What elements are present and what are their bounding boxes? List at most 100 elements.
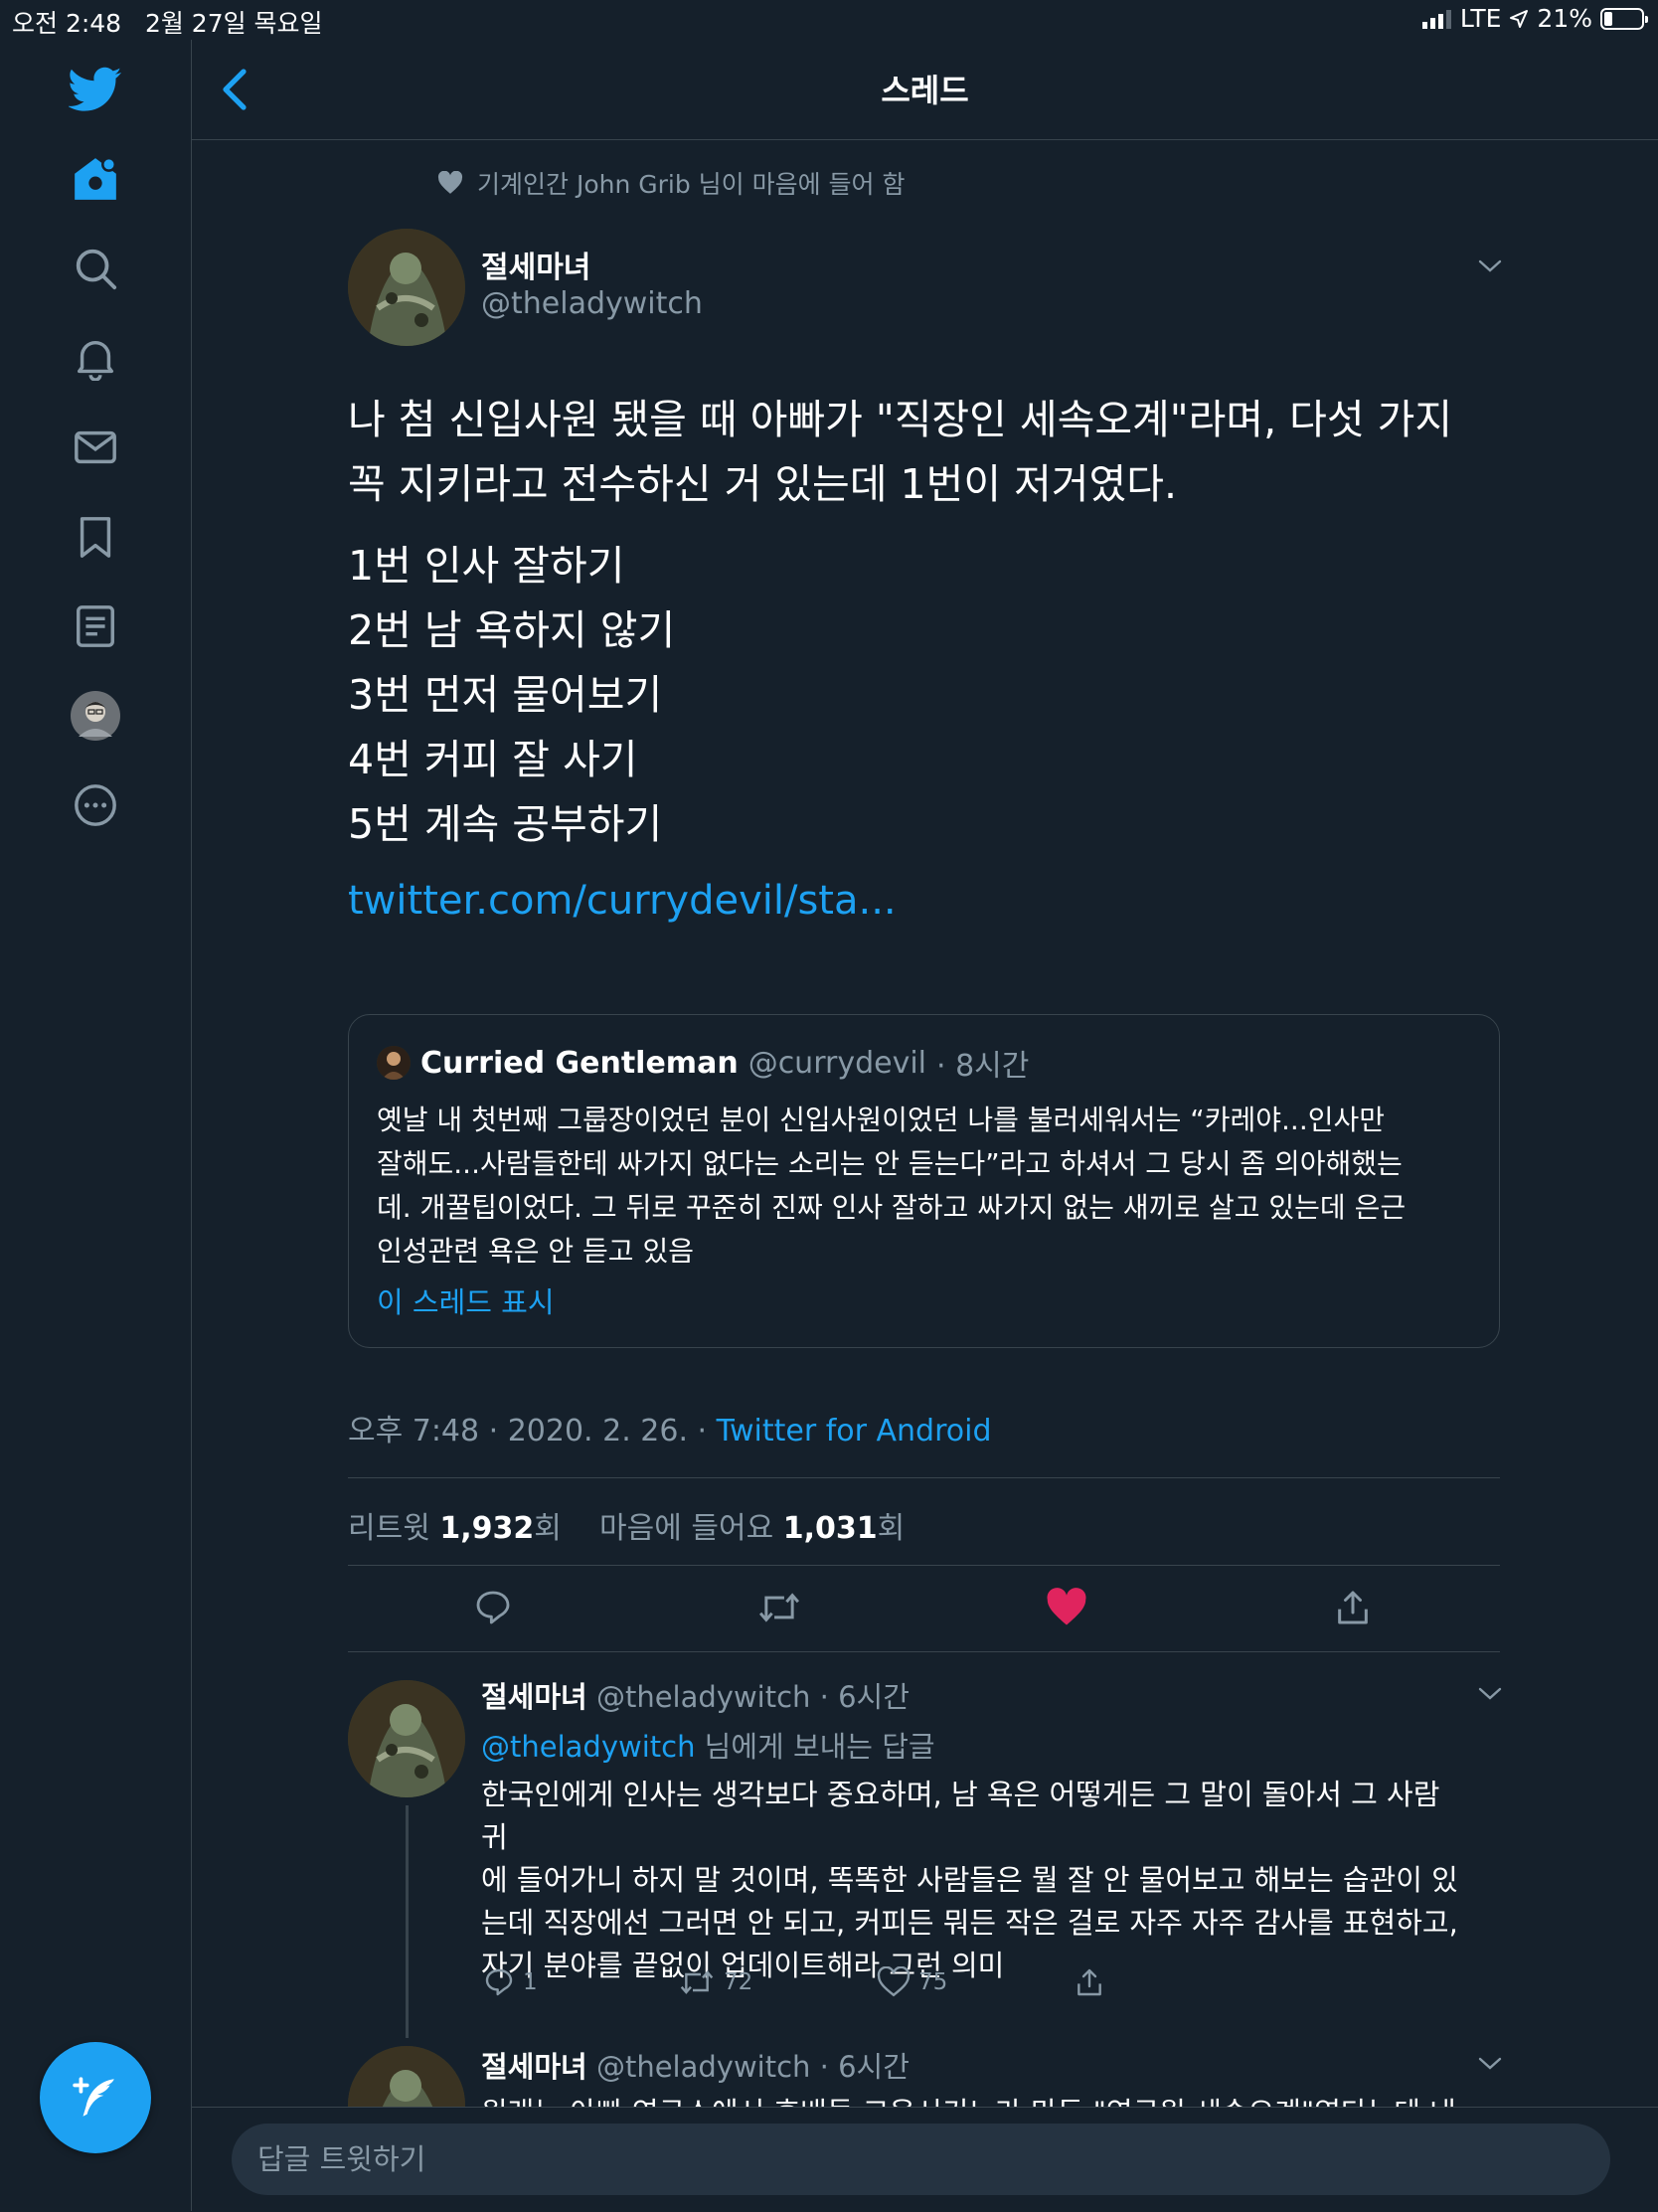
retweet-icon (758, 1593, 800, 1622)
like-button[interactable] (1043, 1584, 1090, 1631)
twitter-logo-icon[interactable] (66, 60, 125, 119)
reply-button[interactable] (469, 1584, 517, 1631)
battery-fill (1604, 11, 1612, 26)
reply-text: 한국인에게 인사는 생각보다 중요하며, 남 욕은 어떻게든 그 말이 돌아서 … (481, 1774, 1475, 1987)
divider (348, 1565, 1500, 1566)
tweet-menu-chevron[interactable] (1477, 258, 1503, 274)
reply-menu-chevron[interactable] (1477, 2056, 1503, 2072)
compose-tweet-icon (73, 2077, 114, 2117)
likes-count: 1,031 (782, 1511, 878, 1546)
reply-retweet-button[interactable]: 72 (678, 1966, 752, 1998)
profile-avatar[interactable] (66, 686, 125, 746)
tweet-list-item: 3번 먼저 물어보기 (348, 671, 663, 719)
reply-author-name[interactable]: 절세마녀 (481, 1680, 587, 1714)
reply-time: · 6시간 (819, 1680, 910, 1714)
retweet-button[interactable] (755, 1584, 803, 1631)
more-icon[interactable] (66, 775, 125, 835)
battery-icon (1600, 7, 1648, 30)
retweets-stat[interactable]: 리트윗 1,932회 (348, 1511, 562, 1546)
tweet-link[interactable]: twitter.com/currydevil/sta... (348, 878, 897, 924)
reply-header: 절세마녀 @theladywitch · 6시간 (481, 1674, 910, 1716)
sidebar-nav (0, 40, 192, 2211)
author-handle[interactable]: @theladywitch (481, 286, 703, 321)
signal-icon (1421, 9, 1452, 29)
author-avatar[interactable] (348, 229, 465, 346)
quote-text-line: 데. 개꿀팁이었다. 그 뒤로 꾸준히 진짜 인사 잘하고 싸가지 없는 새끼로… (377, 1191, 1407, 1224)
like-count: 75 (918, 1969, 948, 1995)
reply-reply-button[interactable]: 1 (483, 1966, 538, 1998)
chevron-down-icon (1478, 1687, 1502, 1700)
reply-text-line: 에 들어가니 하지 말 것이며, 똑똑한 사람들은 뭘 잘 안 물어보고 해보는… (481, 1863, 1458, 1897)
reply-text-line: 자기 분야를 끝없이 업데이트해라 그런 의미 (481, 1949, 1005, 1982)
compose-tweet-button[interactable] (40, 2042, 151, 2153)
home-icon[interactable] (66, 149, 125, 209)
search-icon[interactable] (66, 239, 125, 298)
quote-time: · 8시간 (936, 1049, 1030, 1084)
battery-percent: 21% (1537, 4, 1592, 33)
heart-filled-icon (1047, 1588, 1086, 1625)
quote-header: Curried Gentleman @currydevil · 8시간 (377, 1041, 1029, 1085)
reply-time: · 6시간 (819, 2050, 910, 2084)
chevron-down-icon (1478, 2057, 1502, 2070)
chevron-down-icon (1478, 259, 1502, 272)
reply-share-button[interactable] (1074, 1966, 1105, 1998)
retweet-count: 72 (724, 1969, 753, 1995)
tweet-text-line: 나 첨 신입사원 됐을 때 아빠가 "직장인 세속오계"라며, 다섯 가지 (348, 396, 1453, 443)
retweets-unit: 회 (534, 1511, 562, 1546)
network-label: LTE (1459, 4, 1502, 33)
share-button[interactable] (1329, 1584, 1377, 1631)
reply-icon (476, 1591, 510, 1624)
retweets-label: 리트윗 (348, 1511, 430, 1546)
quote-avatar[interactable] (377, 1046, 411, 1080)
bookmark-icon[interactable] (66, 507, 125, 567)
likes-stat[interactable]: 마음에 들어요 1,031회 (599, 1511, 905, 1546)
replying-to-handle[interactable]: @theladywitch (481, 1730, 695, 1764)
status-bar: 오전 2:48 2월 27일 목요일 LTE 21% (0, 0, 1658, 40)
retweets-count: 1,932 (439, 1511, 535, 1546)
reply-like-button[interactable]: 75 (877, 1966, 947, 1998)
likes-label: 마음에 들어요 (599, 1511, 774, 1546)
tweet-list-item: 2번 남 욕하지 않기 (348, 606, 676, 654)
messages-envelope-icon[interactable] (66, 418, 125, 477)
social-context: 기계인간 John Grib 님이 마음에 들어 함 (437, 165, 906, 201)
reply-author-name[interactable]: 절세마녀 (481, 2050, 587, 2084)
liked-by-text: 기계인간 John Grib 님이 마음에 들어 함 (477, 170, 906, 199)
divider (348, 1651, 1500, 1652)
reply-composer-bar (192, 2107, 1658, 2212)
quote-text-line: 인성관련 욕은 안 듣고 있음 (377, 1235, 694, 1268)
reply-count: 1 (523, 1969, 538, 1995)
reply-text-line: 한국인에게 인사는 생각보다 중요하며, 남 욕은 어떻게든 그 말이 돌아서 … (481, 1778, 1440, 1854)
status-time-date: 오전 2:48 2월 27일 목요일 (12, 4, 323, 40)
status-time: 오전 2:48 (12, 9, 122, 38)
reply-menu-chevron[interactable] (1477, 1686, 1503, 1702)
author-name[interactable]: 절세마녀 (481, 243, 590, 286)
page-title: 스레드 (881, 72, 969, 109)
replying-to-suffix: 님에게 보내는 답글 (695, 1730, 935, 1764)
quoted-tweet[interactable]: Curried Gentleman @currydevil · 8시간 옛날 내… (348, 1014, 1500, 1348)
divider (348, 1477, 1500, 1478)
reply-header: 절세마녀 @theladywitch · 6시간 (481, 2044, 910, 2086)
quote-text-line: 옛날 내 첫번째 그룹장이었던 분이 신입사원이었던 나를 불러세워서는 “카레… (377, 1104, 1386, 1136)
heart-small-icon (437, 171, 463, 194)
reply-input[interactable] (232, 2124, 1610, 2195)
replying-to: @theladywitch 님에게 보내는 답글 (481, 1724, 935, 1766)
reply-author-avatar[interactable] (348, 1680, 465, 1797)
status-indicators: LTE 21% (1421, 4, 1648, 33)
share-icon (1338, 1591, 1368, 1624)
tweet-list-item: 5번 계속 공부하기 (348, 800, 663, 848)
reply-author-handle[interactable]: @theladywitch (596, 1680, 810, 1714)
share-icon (1078, 1968, 1101, 1996)
thread-header: 스레드 (192, 40, 1658, 140)
likes-unit: 회 (877, 1511, 906, 1546)
notifications-bell-icon[interactable] (66, 328, 125, 388)
heart-outline-icon (877, 1966, 911, 1997)
quote-author-handle[interactable]: @currydevil (748, 1046, 926, 1081)
show-thread-link[interactable]: 이 스레드 표시 (377, 1279, 555, 1321)
tweet-text-line: 꼭 지키라고 전수하신 거 있는데 1번이 저거였다. (348, 460, 1177, 508)
lists-icon[interactable] (66, 596, 125, 656)
tweet-source[interactable]: Twitter for Android (717, 1414, 992, 1448)
tweet-timestamp: 오후 7:48 · 2020. 2. 26. · (348, 1414, 708, 1448)
reply-author-handle[interactable]: @theladywitch (596, 2050, 810, 2084)
quote-text-line: 잘해도...사람들한테 싸가지 없다는 소리는 안 듣는다”라고 하셔서 그 당… (377, 1147, 1403, 1180)
quote-author-name[interactable]: Curried Gentleman (420, 1046, 739, 1081)
